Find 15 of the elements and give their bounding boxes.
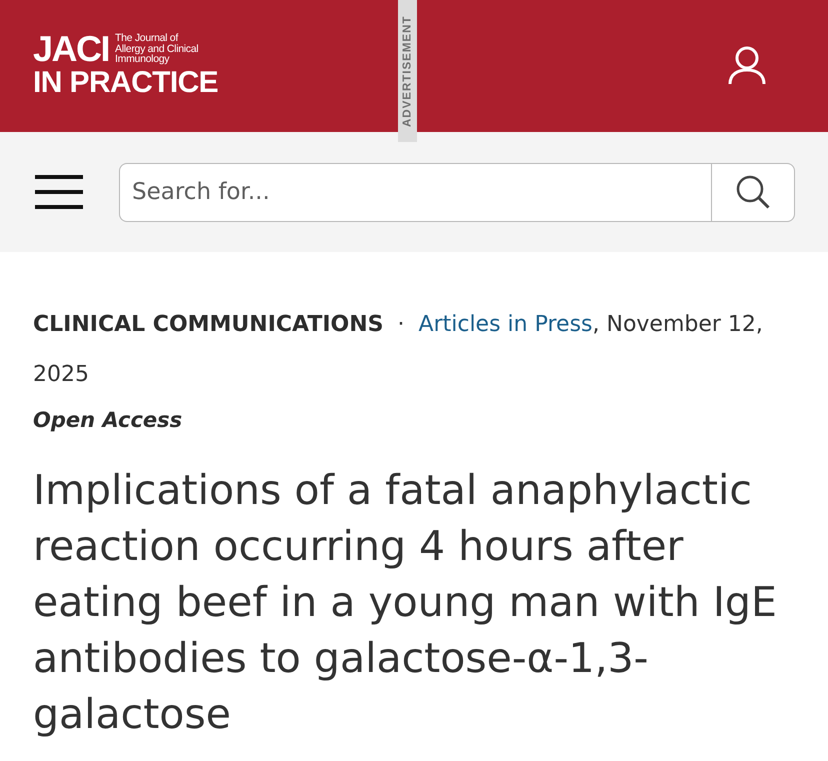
open-access-label: Open Access bbox=[33, 407, 182, 434]
articles-in-press-link[interactable]: Articles in Press bbox=[418, 312, 592, 337]
article-title: Implications of a fatal anaphylactic reaction occurring 4 hours after eating beef in a young man with IgE antibodies to galactose-α-1,3-galactose bbox=[33, 465, 778, 740]
user-icon[interactable] bbox=[728, 46, 766, 86]
logo-subtitle: The Journal of bbox=[115, 33, 180, 44]
advertisement-label: ADVERTISEMENT bbox=[398, 0, 417, 142]
search-field[interactable]: Search for... bbox=[119, 162, 711, 222]
logo-wordmark: JACI bbox=[33, 32, 110, 66]
search-icon bbox=[736, 175, 770, 209]
menu-icon[interactable] bbox=[35, 175, 83, 209]
article-meta: CLINICAL COMMUNICATIONS · Articles in Press, November 12, 2025 bbox=[33, 311, 764, 389]
logo-subtitle: Immunology bbox=[115, 54, 170, 64]
logo-tagline: IN PRACTICE bbox=[33, 66, 218, 100]
search-button[interactable] bbox=[711, 162, 795, 222]
logo-subtitle: Allergy and Clinical bbox=[115, 44, 198, 54]
